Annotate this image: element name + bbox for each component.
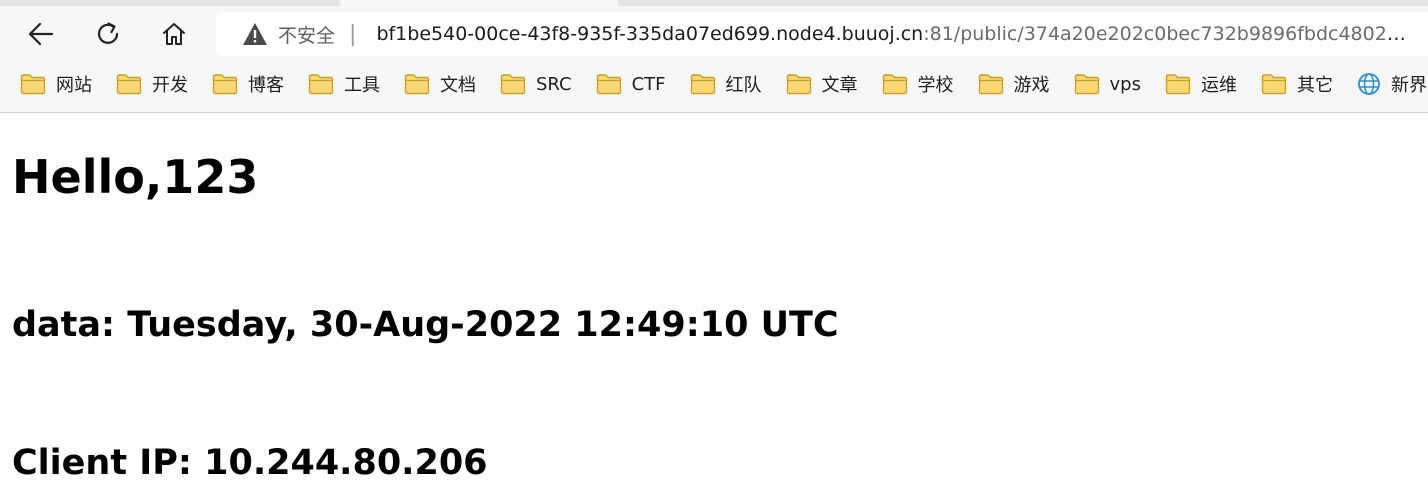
folder-icon [308, 74, 334, 95]
bookmark-label: 学校 [917, 75, 954, 96]
globe-icon [1358, 73, 1380, 95]
bookmark-item[interactable]: 文章 [786, 66, 858, 102]
back-arrow-icon [28, 22, 54, 46]
bookmark-item[interactable]: 游戏 [978, 66, 1050, 102]
address-bar[interactable]: 不安全 | bf1be540-00ce-43f8-935f-335da07ed6… [216, 12, 1428, 56]
folder-icon [690, 74, 715, 95]
folder-icon [978, 74, 1003, 95]
home-button[interactable] [154, 14, 194, 54]
bookmark-item[interactable]: 其它 [1261, 66, 1333, 102]
bookmark-label: 红队 [725, 75, 762, 96]
reload-button[interactable] [88, 14, 128, 54]
bookmark-label: 运维 [1201, 75, 1237, 96]
browser-toolbar: 不安全 | bf1be540-00ce-43f8-935f-335da07ed6… [0, 6, 1428, 64]
bookmark-label: 网站 [56, 75, 92, 96]
bookmark-label: 工具 [344, 75, 380, 96]
bookmark-label: 其它 [1297, 75, 1333, 96]
bookmark-item[interactable]: 开发 [116, 66, 188, 102]
home-icon [163, 23, 185, 45]
folder-icon [1165, 74, 1191, 95]
security-status-label[interactable]: 不安全 [278, 21, 335, 48]
address-separator: | [349, 21, 357, 47]
bookmark-item[interactable]: 新界 [1357, 66, 1427, 102]
folder-icon [1074, 74, 1099, 95]
folder-icon [596, 74, 621, 95]
bookmark-label: SRC [536, 73, 572, 95]
client-ip-line: Client IP: 10.244.80.206 [12, 443, 488, 483]
bookmark-item[interactable]: 网站 [20, 66, 92, 102]
folder-icon [1261, 74, 1287, 95]
folder-icon [116, 74, 142, 95]
greeting-heading: Hello,123 [12, 150, 259, 204]
bookmark-label: 开发 [152, 75, 188, 96]
bookmark-item[interactable]: SRC [500, 66, 572, 102]
folder-icon [882, 74, 907, 95]
reload-icon [97, 22, 119, 44]
folder-icon [212, 74, 238, 95]
bookmarks-bar: 网站 开发 博客 工具 文档 SRC CTF 红队 文章 学校 游戏 vps 运维 其它 新界 [0, 64, 1428, 104]
bookmark-label: 游戏 [1013, 75, 1050, 96]
bookmark-item[interactable]: 博客 [212, 66, 284, 102]
browser-chrome: 不安全 | bf1be540-00ce-43f8-935f-335da07ed6… [0, 0, 1428, 113]
bookmark-item[interactable]: 文档 [404, 66, 476, 102]
folder-icon [786, 74, 811, 95]
folder-icon [20, 74, 46, 95]
bookmark-item[interactable]: 红队 [690, 66, 762, 102]
bookmark-label: CTF [631, 73, 666, 95]
bookmark-label: 新界 [1391, 75, 1427, 96]
url-text[interactable]: bf1be540-00ce-43f8-935f-335da07ed699.nod… [376, 23, 1416, 45]
url-path: :81/public/374a20e202c0bec732b9896fbdc48… [923, 23, 1417, 45]
bookmark-label: vps [1109, 73, 1141, 95]
bookmark-item[interactable]: CTF [596, 66, 666, 102]
warning-icon[interactable] [242, 22, 268, 46]
bookmark-item[interactable]: vps [1074, 66, 1141, 102]
bookmark-item[interactable]: 工具 [308, 66, 380, 102]
folder-icon [404, 74, 430, 95]
date-line: data: Tuesday, 30-Aug-2022 12:49:10 UTC [12, 305, 839, 345]
url-host: bf1be540-00ce-43f8-935f-335da07ed699.nod… [376, 23, 924, 45]
back-button[interactable] [21, 14, 61, 54]
bookmark-label: 博客 [248, 75, 284, 96]
bookmark-label: 文章 [821, 75, 858, 96]
bookmark-item[interactable]: 学校 [882, 66, 954, 102]
bookmark-item[interactable]: 运维 [1165, 66, 1237, 102]
folder-icon [500, 74, 526, 95]
bookmark-label: 文档 [440, 75, 476, 96]
